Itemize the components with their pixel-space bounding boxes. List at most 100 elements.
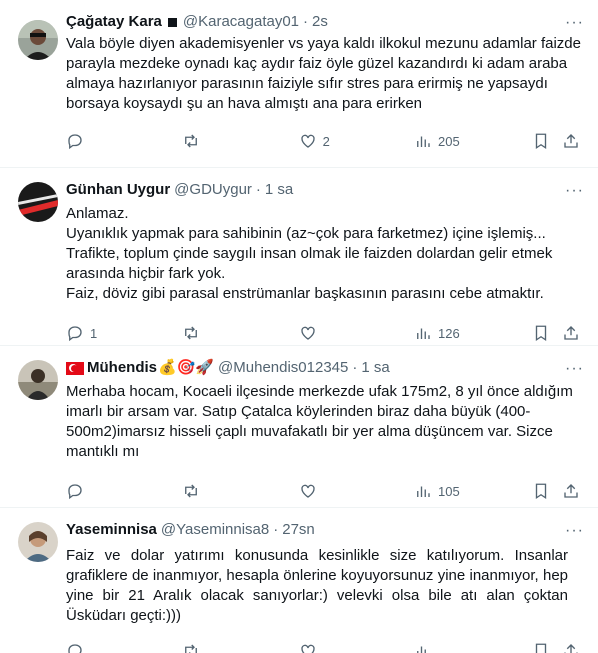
like-button[interactable] xyxy=(299,642,414,653)
share-icon xyxy=(564,134,578,148)
tweet-line: Faiz, döviz gibi parasal enstrümanlar ba… xyxy=(66,285,544,302)
timestamp[interactable]: 1 sa xyxy=(361,358,389,378)
share-icon xyxy=(564,644,578,653)
share-button[interactable] xyxy=(562,482,582,500)
bookmark-icon xyxy=(536,133,547,150)
author-name[interactable]: Yaseminnisa xyxy=(66,520,157,540)
like-icon xyxy=(300,134,315,148)
tweet-header: Yaseminnisa @Yaseminnisa8 · 27sn xyxy=(66,520,582,540)
retweet-icon xyxy=(185,484,198,498)
view-count: 105 xyxy=(437,483,460,499)
tweet-actions: 1 126 xyxy=(66,316,582,350)
tweet-header: Çağatay Kara @Karacagatay01 · 2s xyxy=(66,12,582,32)
tweet-text: Anlamaz. Uyanıklık yapmak para sahibinin… xyxy=(66,204,582,304)
bookmark-icon xyxy=(536,483,547,500)
views-icon xyxy=(417,328,430,339)
retweet-button[interactable] xyxy=(182,132,298,150)
retweet-button[interactable] xyxy=(182,482,298,500)
bookmark-button[interactable] xyxy=(532,324,562,342)
bookmark-button[interactable] xyxy=(532,132,562,150)
verified-square-icon xyxy=(167,17,177,27)
more-icon[interactable]: ··· xyxy=(565,522,584,540)
views-icon xyxy=(417,136,430,147)
author-name[interactable]: Çağatay Kara xyxy=(66,12,162,32)
tweet-text: Vala böyle diyen akademisyenler vs yaya … xyxy=(66,34,582,114)
tweet-text-body: Merhaba hocam, Kocaeli ilçesinde merkezd… xyxy=(66,383,578,460)
avatar[interactable] xyxy=(18,182,58,222)
tweet-line: Trafikte, toplum çinde saygılı insan olm… xyxy=(66,245,557,282)
like-icon xyxy=(300,326,315,340)
reply-button[interactable]: 1 xyxy=(66,324,182,342)
tweet-text: Faiz ve dolar yatırımı konusunda kesinli… xyxy=(66,546,582,626)
views-button[interactable] xyxy=(414,642,532,653)
views-icon xyxy=(417,486,430,497)
tweet[interactable]: ··· Yaseminnisa @Yaseminnisa8 · 27sn Fai… xyxy=(0,508,598,653)
reply-button[interactable] xyxy=(66,642,182,653)
avatar[interactable] xyxy=(18,20,58,60)
author-handle[interactable]: @GDUygur xyxy=(174,180,252,200)
separator: · xyxy=(273,521,279,538)
author-name[interactable]: Mühendis xyxy=(87,358,157,378)
share-button[interactable] xyxy=(562,324,582,342)
share-icon xyxy=(564,326,578,340)
tweet-line: Uyanıklık yapmak para sahibinin (az~çok … xyxy=(66,225,546,242)
separator: · xyxy=(352,359,358,376)
like-icon xyxy=(300,644,315,653)
reply-icon xyxy=(68,644,82,653)
more-icon[interactable]: ··· xyxy=(565,182,584,200)
tweet-text: Merhaba hocam, Kocaeli ilçesinde merkezd… xyxy=(66,382,582,462)
author-handle[interactable]: @Yaseminnisa8 xyxy=(161,520,269,540)
reply-icon xyxy=(68,326,82,342)
retweet-icon xyxy=(185,326,198,340)
tweet-actions xyxy=(66,634,582,653)
share-icon xyxy=(564,484,578,498)
more-icon[interactable]: ··· xyxy=(565,14,584,32)
reply-button[interactable] xyxy=(66,132,182,150)
view-count: 126 xyxy=(437,325,460,341)
like-button[interactable] xyxy=(299,324,414,342)
share-button[interactable] xyxy=(562,642,582,653)
tweet-actions: 105 xyxy=(66,474,582,508)
tweet-actions: 2 205 xyxy=(66,124,582,158)
bookmark-icon xyxy=(536,643,547,653)
tweet-feed: ··· Çağatay Kara @Karacagatay01 · 2s Val… xyxy=(0,0,598,653)
retweet-button[interactable] xyxy=(182,642,298,653)
tweet-header: Mühendis 💰🎯🚀 @Muhendis012345 · 1 sa xyxy=(66,358,582,378)
reply-icon xyxy=(68,134,82,150)
avatar[interactable] xyxy=(18,360,58,400)
tweet[interactable]: ··· Çağatay Kara @Karacagatay01 · 2s Val… xyxy=(0,0,598,168)
retweet-icon xyxy=(185,644,198,653)
like-button[interactable] xyxy=(299,482,414,500)
bookmark-icon xyxy=(536,325,547,342)
tweet-header: Günhan Uygur @GDUygur · 1 sa xyxy=(66,180,582,200)
author-name[interactable]: Günhan Uygur xyxy=(66,180,170,200)
more-icon[interactable]: ··· xyxy=(565,360,584,378)
like-button[interactable]: 2 xyxy=(299,132,414,150)
author-handle[interactable]: @Muhendis012345 xyxy=(218,358,348,378)
tweet[interactable]: ··· Günhan Uygur @GDUygur · 1 sa Anlamaz… xyxy=(0,168,598,346)
separator: · xyxy=(303,13,309,30)
timestamp[interactable]: 1 sa xyxy=(265,180,293,200)
views-icon xyxy=(417,646,426,653)
retweet-button[interactable] xyxy=(182,324,298,342)
share-button[interactable] xyxy=(562,132,582,150)
views-button[interactable]: 205 xyxy=(414,132,532,150)
avatar[interactable] xyxy=(18,522,58,562)
like-icon xyxy=(300,484,315,498)
tweet-text-body: Faiz ve dolar yatırımı konusunda kesinli… xyxy=(66,547,573,624)
view-count: 205 xyxy=(437,133,460,149)
tweet[interactable]: ··· Mühendis 💰🎯🚀 @Muhendis012345 · 1 sa … xyxy=(0,346,598,508)
bookmark-button[interactable] xyxy=(532,642,562,653)
timestamp[interactable]: 2s xyxy=(312,12,328,32)
timestamp[interactable]: 27sn xyxy=(282,520,315,540)
views-button[interactable]: 126 xyxy=(414,324,532,342)
reply-button[interactable] xyxy=(66,482,182,500)
retweet-icon xyxy=(185,134,198,148)
bookmark-button[interactable] xyxy=(532,482,562,500)
tweet-line: Anlamaz. xyxy=(66,205,129,222)
author-handle[interactable]: @Karacagatay01 xyxy=(183,12,299,32)
views-button[interactable]: 105 xyxy=(414,482,532,500)
like-count: 2 xyxy=(322,133,330,149)
separator: · xyxy=(255,181,261,198)
turkish-flag-icon xyxy=(66,361,84,375)
